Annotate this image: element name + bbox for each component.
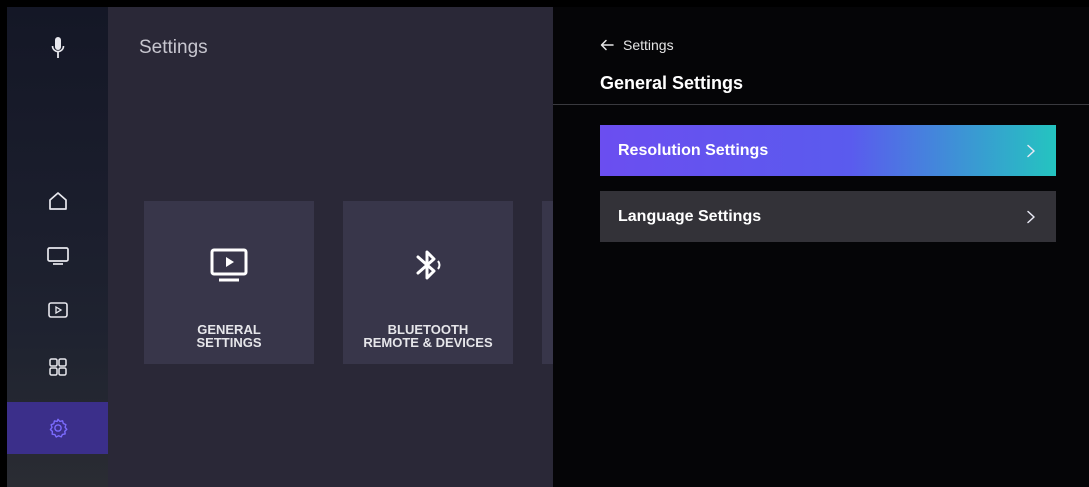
home-icon bbox=[48, 192, 67, 210]
gear-icon bbox=[49, 418, 67, 438]
screen: Settings GENERAL SETTINGS BLUETOOTH REMO… bbox=[0, 0, 1089, 487]
nav-rail bbox=[7, 7, 108, 487]
settings-background: Settings GENERAL SETTINGS BLUETOOTH REMO… bbox=[108, 7, 553, 487]
tile-partial[interactable] bbox=[542, 201, 553, 364]
page-title: Settings bbox=[139, 37, 208, 58]
tile-label: BLUETOOTH REMOTE & DEVICES bbox=[363, 322, 493, 350]
tv-icon bbox=[46, 247, 69, 265]
arrow-left-icon bbox=[600, 39, 614, 51]
nav-item-tv[interactable] bbox=[7, 243, 108, 269]
microphone-icon bbox=[51, 37, 64, 58]
nav-item-voice[interactable] bbox=[7, 33, 108, 63]
menu-item-label: Language Settings bbox=[618, 207, 762, 225]
tile-label: GENERAL SETTINGS bbox=[196, 322, 262, 350]
tile-general-settings[interactable]: GENERAL SETTINGS bbox=[144, 201, 314, 364]
back-link[interactable]: Settings bbox=[600, 37, 674, 53]
bluetooth-icon bbox=[416, 250, 441, 280]
back-label: Settings bbox=[623, 37, 674, 53]
general-settings-panel: Settings General Settings Resolution Set… bbox=[553, 7, 1089, 487]
menu-item-resolution-settings[interactable]: Resolution Settings bbox=[600, 125, 1056, 176]
play-box-icon bbox=[47, 302, 68, 318]
chevron-right-icon bbox=[1027, 210, 1035, 223]
menu-item-label: Resolution Settings bbox=[618, 141, 769, 159]
nav-item-apps[interactable] bbox=[7, 354, 108, 380]
grid-icon bbox=[48, 358, 67, 376]
monitor-play-icon bbox=[210, 248, 248, 282]
nav-item-home[interactable] bbox=[7, 188, 108, 214]
nav-item-media[interactable] bbox=[7, 297, 108, 323]
chevron-right-icon bbox=[1027, 144, 1035, 157]
menu-item-language-settings[interactable]: Language Settings bbox=[600, 191, 1056, 242]
panel-title: General Settings bbox=[600, 73, 744, 93]
nav-item-settings[interactable] bbox=[7, 413, 108, 443]
tile-bluetooth-remote-devices[interactable]: BLUETOOTH REMOTE & DEVICES bbox=[343, 201, 513, 364]
divider bbox=[553, 104, 1089, 105]
